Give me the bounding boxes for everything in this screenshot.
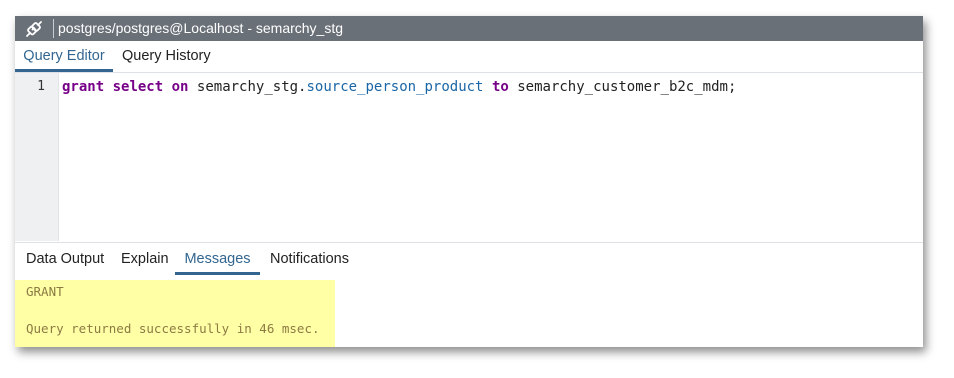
line-gutter: 1	[15, 73, 59, 241]
code-line[interactable]: grant select on semarchy_stg.source_pers…	[62, 79, 736, 95]
editor-tab-bar: Query Editor Query History	[15, 41, 923, 73]
title-separator	[53, 19, 54, 38]
keyword-grant: grant	[62, 79, 105, 95]
keyword-select: select	[112, 79, 164, 95]
query-tool-window: postgres/postgres@Localhost - semarchy_s…	[15, 16, 923, 347]
title-bar: postgres/postgres@Localhost - semarchy_s…	[15, 16, 923, 41]
message-status: Query returned successfully in 46 msec.	[26, 321, 320, 336]
window-title: postgres/postgres@Localhost - semarchy_s…	[58, 20, 344, 36]
tab-notifications[interactable]: Notifications	[270, 243, 349, 275]
sql-editor[interactable]: 1 grant select on semarchy_stg.source_pe…	[15, 73, 923, 241]
schema-name: semarchy_stg.	[196, 79, 307, 95]
output-tab-bar: Data Output Explain Messages Notificatio…	[15, 242, 923, 276]
keyword-on: on	[171, 79, 189, 95]
messages-panel: GRANT Query returned successfully in 46 …	[15, 275, 923, 347]
role-name: semarchy_customer_b2c_mdm;	[517, 79, 737, 95]
tab-explain[interactable]: Explain	[121, 243, 169, 275]
tab-data-output[interactable]: Data Output	[26, 243, 104, 275]
tab-query-history[interactable]: Query History	[122, 41, 211, 72]
keyword-to: to	[491, 79, 509, 95]
line-number: 1	[37, 79, 45, 94]
connection-icon[interactable]	[23, 18, 45, 39]
tab-messages[interactable]: Messages	[175, 243, 260, 275]
table-name: source_person_product	[306, 79, 484, 95]
tab-query-editor[interactable]: Query Editor	[15, 41, 113, 72]
message-result: GRANT	[26, 284, 64, 299]
